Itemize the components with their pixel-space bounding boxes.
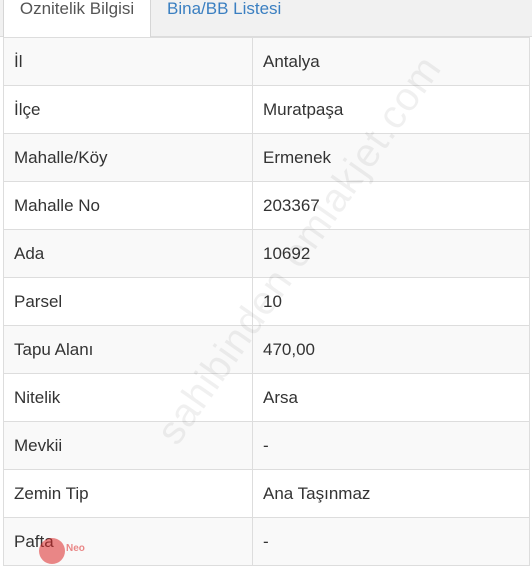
row-value: 470,00 <box>252 325 530 374</box>
row-value: Antalya <box>252 37 530 86</box>
tab-bina-bb-listesi[interactable]: Bina/BB Listesi <box>167 0 281 37</box>
table-row: Tapu Alanı 470,00 <box>3 325 530 374</box>
row-label: Pafta <box>3 517 253 566</box>
row-label: Mevkii <box>3 421 253 470</box>
table-row: İlçe Muratpaşa <box>3 85 530 134</box>
table-row: İl Antalya <box>3 37 530 86</box>
table-row: Parsel 10 <box>3 277 530 326</box>
row-value: Ermenek <box>252 133 530 182</box>
table-row: Pafta - <box>3 517 530 566</box>
row-label: Parsel <box>3 277 253 326</box>
row-label: İl <box>3 37 253 86</box>
row-value: 10 <box>252 277 530 326</box>
tab-oznitelik-bilgisi[interactable]: Oznitelik Bilgisi <box>3 0 151 38</box>
row-value: Muratpaşa <box>252 85 530 134</box>
table-row: Mahalle No 203367 <box>3 181 530 230</box>
row-value: 203367 <box>252 181 530 230</box>
table-row: Mahalle/Köy Ermenek <box>3 133 530 182</box>
table-row: Nitelik Arsa <box>3 373 530 422</box>
row-value: Arsa <box>252 373 530 422</box>
tab-bar: Oznitelik Bilgisi Bina/BB Listesi <box>0 0 532 38</box>
row-label: Tapu Alanı <box>3 325 253 374</box>
row-value: Ana Taşınmaz <box>252 469 530 518</box>
row-value: - <box>252 517 530 566</box>
attribute-table: İl Antalya İlçe Muratpaşa Mahalle/Köy Er… <box>3 37 530 566</box>
row-label: Mahalle/Köy <box>3 133 253 182</box>
row-label: Nitelik <box>3 373 253 422</box>
row-label: İlçe <box>3 85 253 134</box>
row-label: Mahalle No <box>3 181 253 230</box>
row-value: 10692 <box>252 229 530 278</box>
table-row: Mevkii - <box>3 421 530 470</box>
row-value: - <box>252 421 530 470</box>
table-row: Ada 10692 <box>3 229 530 278</box>
row-label: Zemin Tip <box>3 469 253 518</box>
table-row: Zemin Tip Ana Taşınmaz <box>3 469 530 518</box>
row-label: Ada <box>3 229 253 278</box>
